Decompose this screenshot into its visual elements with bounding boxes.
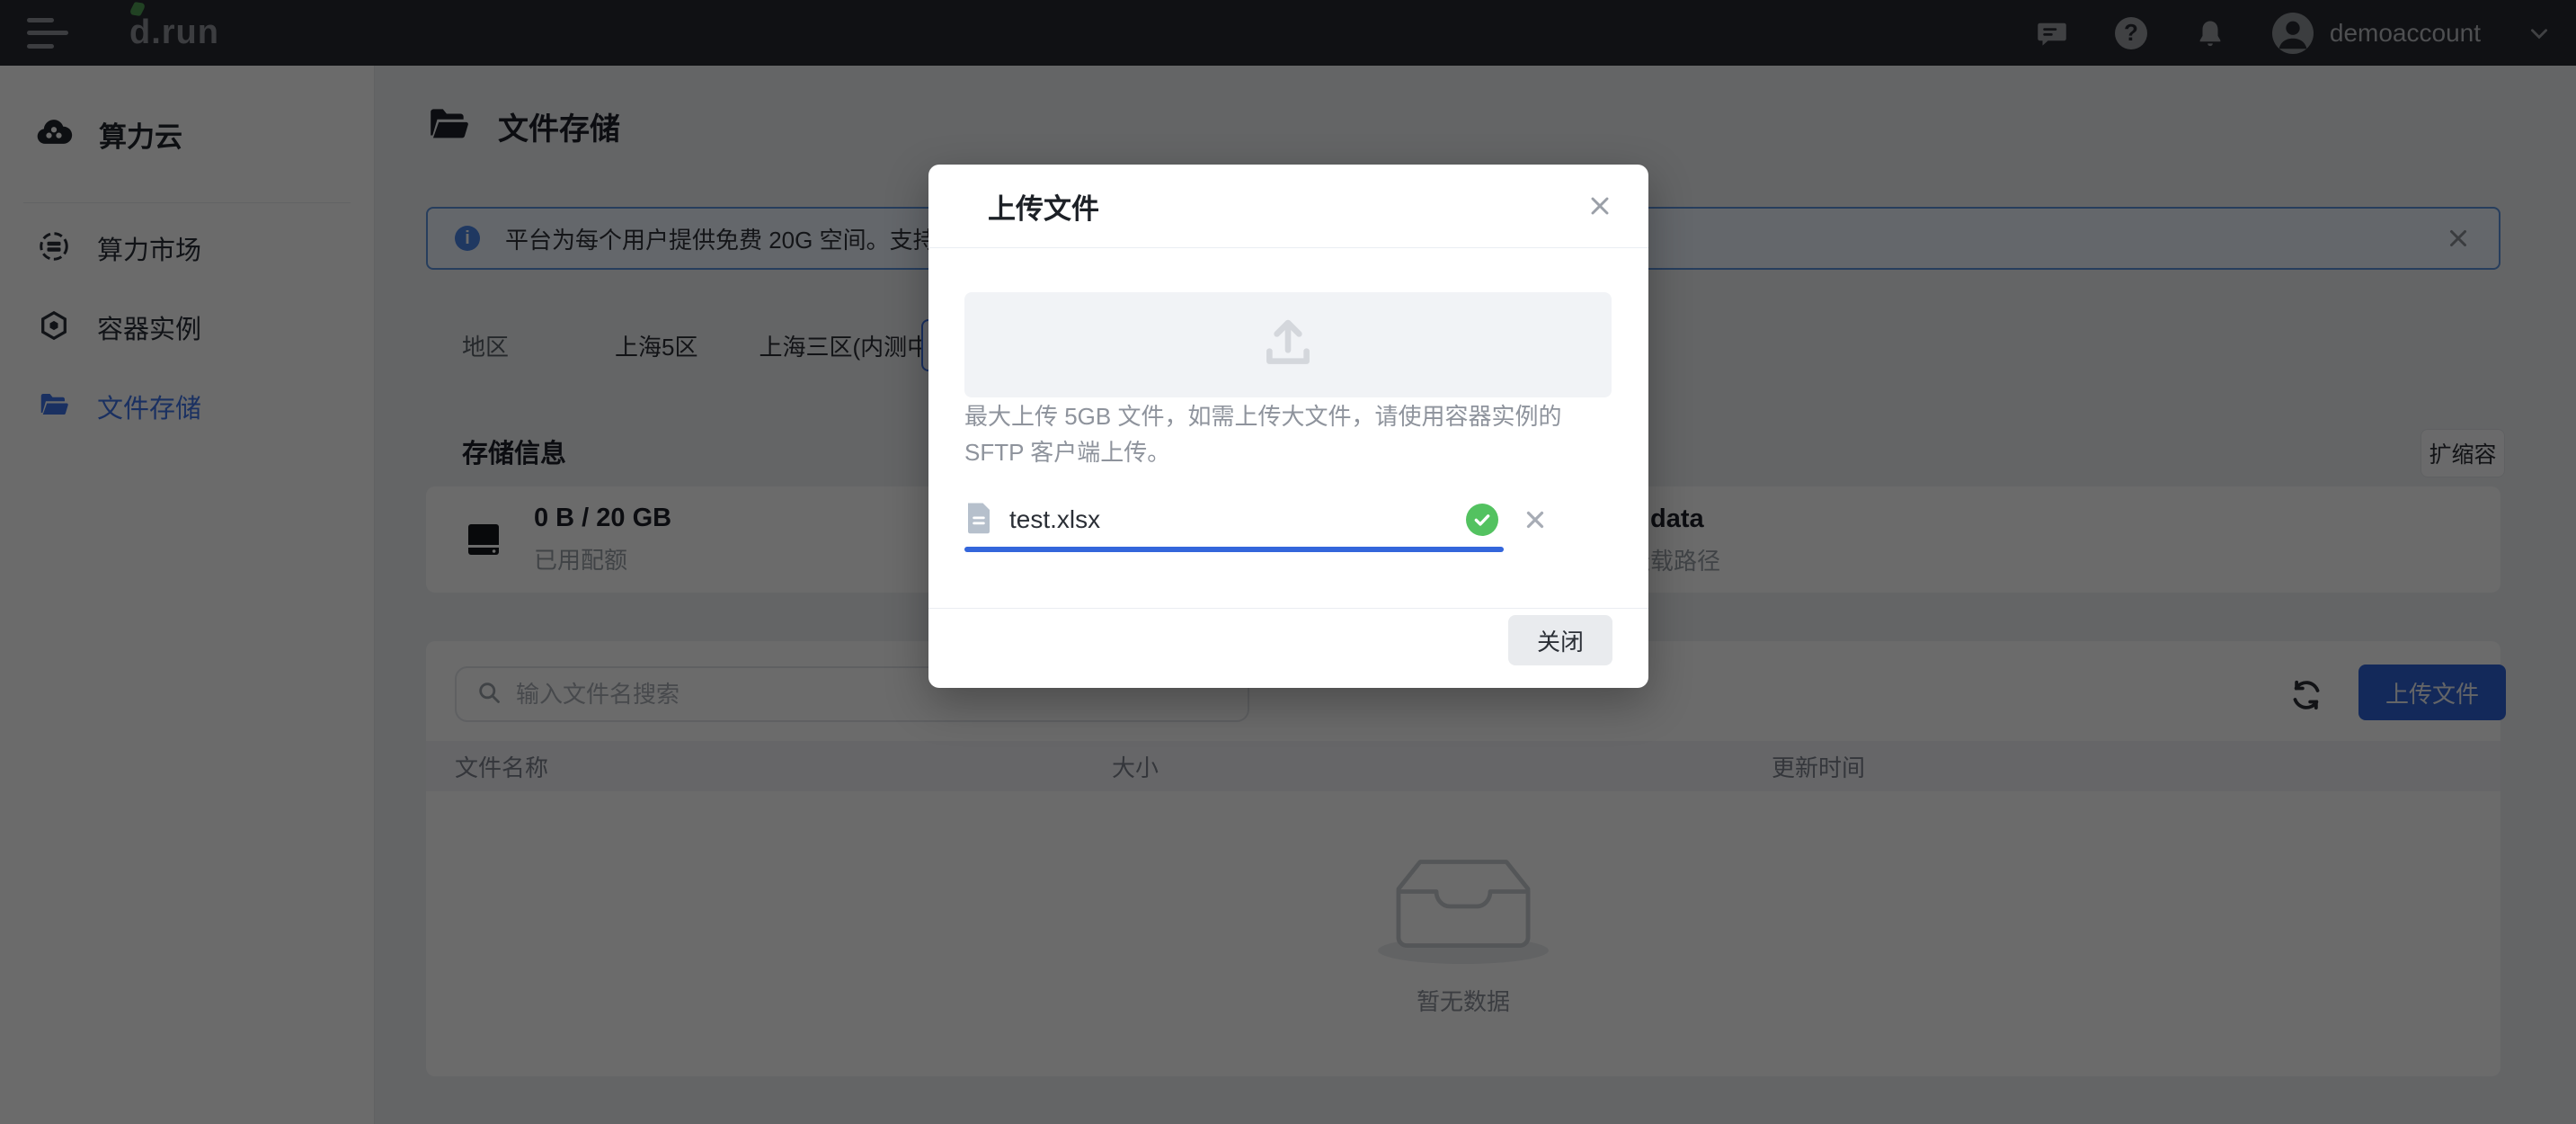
dialog-header: 上传文件 xyxy=(928,165,1648,247)
app-root: d.run ? demoaccount xyxy=(0,0,2576,1124)
file-remove-icon[interactable] xyxy=(1522,506,1549,533)
file-name: test.xlsx xyxy=(1009,505,1100,534)
uploaded-file-row: test.xlsx xyxy=(964,497,1612,542)
file-document-icon xyxy=(964,502,993,539)
upload-progress-bar xyxy=(964,547,1504,552)
dialog-close-icon[interactable] xyxy=(1586,192,1614,220)
upload-hint-text: 最大上传 5GB 文件，如需上传大文件，请使用容器实例的 SFTP 客户端上传。 xyxy=(964,398,1617,470)
dialog-footer-divider xyxy=(928,608,1648,609)
upload-dialog: 上传文件 最大上传 5GB 文件，如需上传大文件，请使用容器实例的 SFTP 客… xyxy=(928,165,1648,688)
dialog-title: 上传文件 xyxy=(988,186,1099,227)
dialog-close-button[interactable]: 关闭 xyxy=(1508,615,1612,665)
upload-icon xyxy=(1258,313,1318,377)
dialog-divider xyxy=(928,247,1648,248)
upload-dropzone[interactable] xyxy=(964,292,1612,397)
upload-success-check-icon xyxy=(1466,504,1498,536)
